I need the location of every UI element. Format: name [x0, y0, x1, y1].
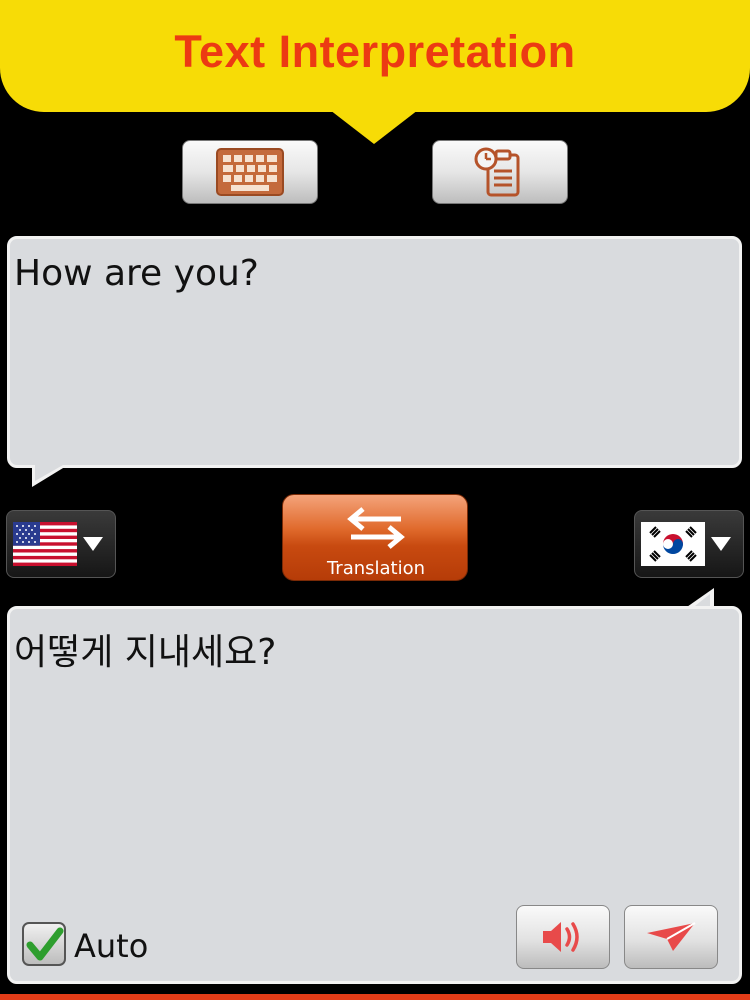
translate-button-label: Translation	[326, 558, 426, 579]
history-button[interactable]	[432, 140, 568, 204]
header-banner-tail	[330, 110, 418, 144]
keyboard-button[interactable]	[182, 140, 318, 204]
bottom-accent-bar	[0, 994, 750, 1000]
source-language-selector[interactable]	[6, 510, 116, 578]
paper-plane-icon	[647, 922, 696, 951]
clipboard-history-icon	[474, 147, 520, 197]
target-text: 어떻게 지내세요?	[14, 632, 277, 673]
korea-flag-icon	[641, 522, 705, 566]
speak-button[interactable]	[516, 905, 610, 969]
page-title: Text Interpretation	[174, 26, 576, 77]
source-box-tail-inner	[35, 465, 63, 481]
send-button[interactable]	[624, 905, 718, 969]
us-flag-icon	[13, 522, 77, 566]
speaker-icon	[543, 922, 579, 952]
source-text-box[interactable]: How are you?	[7, 236, 742, 468]
swap-arrows-icon	[347, 507, 405, 549]
translate-button[interactable]: Translation	[282, 494, 468, 581]
checkmark-icon	[26, 927, 64, 961]
keyboard-icon	[216, 148, 284, 196]
chevron-down-icon	[83, 537, 103, 551]
auto-checkbox[interactable]	[22, 922, 66, 966]
chevron-down-icon	[711, 537, 731, 551]
target-language-selector[interactable]	[634, 510, 744, 578]
auto-label: Auto	[74, 927, 149, 965]
source-text: How are you?	[14, 253, 259, 294]
